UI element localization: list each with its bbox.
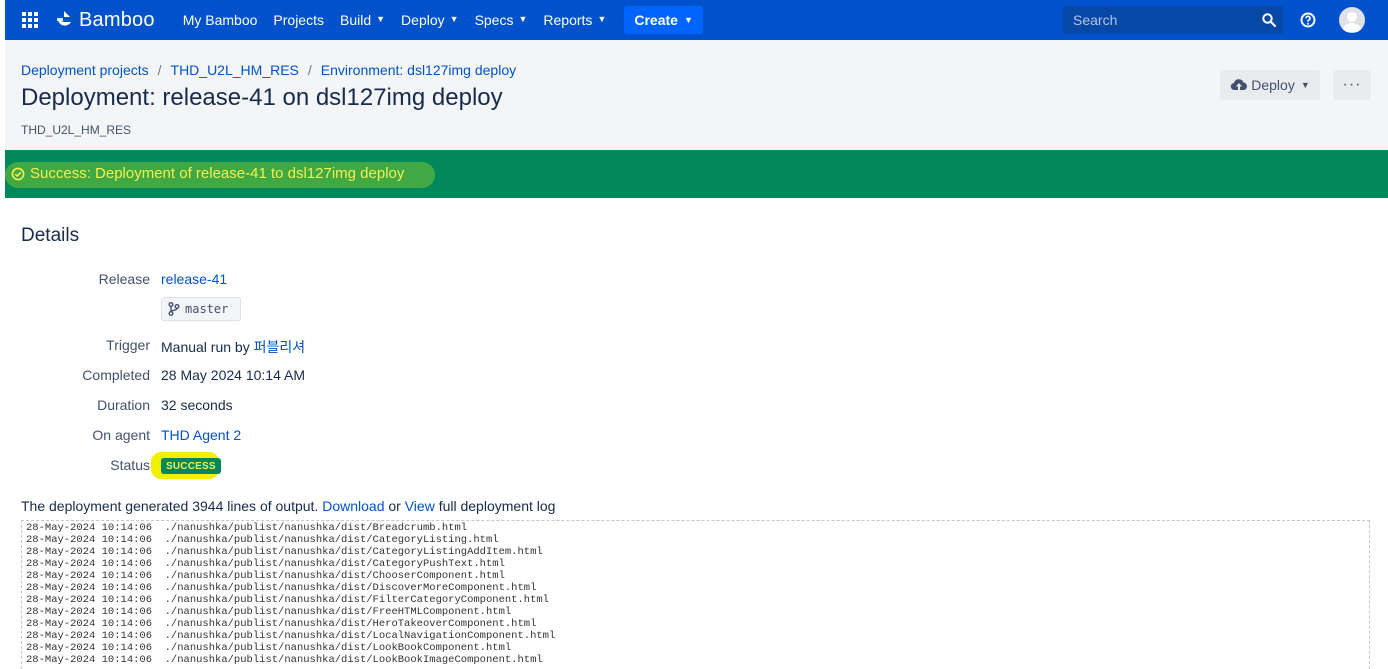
check-circle-icon — [11, 167, 25, 180]
nav-deploy[interactable]: Deploy ▼ — [393, 0, 467, 40]
nav-label: Specs — [474, 12, 514, 28]
trigger-value: Manual run by 퍼블리셔 — [161, 337, 305, 357]
nav-label: My Bamboo — [182, 12, 258, 28]
agent-label: On agent — [92, 427, 150, 443]
release-value: release-41 — [161, 271, 227, 287]
log-line: 28-May-2024 10:14:06 ./nanushka/publist/… — [26, 654, 543, 666]
chevron-down-icon: ▼ — [376, 14, 386, 24]
log-line: 28-May-2024 10:14:06 ./nanushka/publist/… — [26, 630, 556, 642]
chevron-down-icon: ▼ — [449, 14, 459, 24]
nav-specs[interactable]: Specs ▼ — [467, 0, 536, 40]
log-line: 28-May-2024 10:14:06 ./nanushka/publist/… — [26, 534, 499, 546]
chevron-down-icon: ▼ — [518, 14, 528, 24]
more-actions-button[interactable]: ··· — [1333, 70, 1371, 100]
nav-my-bamboo[interactable]: My Bamboo — [175, 0, 266, 40]
breadcrumb-environment[interactable]: Environment: dsl127img deploy — [321, 62, 516, 78]
release-link[interactable]: release-41 — [161, 271, 227, 287]
completed-label: Completed — [82, 367, 150, 383]
branch-icon — [168, 302, 180, 316]
log-line: 28-May-2024 10:14:06 ./nanushka/publist/… — [26, 642, 512, 654]
breadcrumb-separator: / — [157, 62, 162, 78]
nav-label: Projects — [273, 12, 324, 28]
deploy-label: Deploy — [1251, 77, 1295, 93]
user-avatar[interactable] — [1339, 7, 1365, 33]
branch-badge: master — [161, 297, 241, 321]
create-label: Create — [634, 12, 678, 28]
log-line: 28-May-2024 10:14:06 ./nanushka/publist/… — [26, 594, 549, 606]
log-line: 28-May-2024 10:14:06 ./nanushka/publist/… — [26, 606, 512, 618]
main-nav: My Bamboo Projects Build ▼ Deploy ▼ Specs ▼… — [175, 0, 703, 40]
agent-link[interactable]: THD Agent 2 — [161, 427, 241, 443]
breadcrumb-separator: / — [307, 62, 312, 78]
log-line: 28-May-2024 10:14:06 ./nanushka/publist/… — [26, 558, 505, 570]
help-icon[interactable] — [1298, 10, 1318, 30]
nav-reports[interactable]: Reports ▼ — [535, 0, 614, 40]
output-suffix: full deployment log — [438, 498, 556, 514]
nav-label: Deploy — [401, 12, 445, 28]
output-summary: The deployment generated 3944 lines of o… — [21, 498, 555, 514]
nav-label: Reports — [543, 12, 593, 28]
nav-build[interactable]: Build ▼ — [332, 0, 393, 40]
duration-label: Duration — [97, 397, 150, 413]
search-placeholder: Search — [1073, 12, 1118, 28]
page-title: Deployment: release-41 on dsl127img depl… — [21, 84, 503, 111]
breadcrumb-deployment-projects[interactable]: Deployment projects — [21, 62, 149, 78]
output-or: or — [388, 498, 401, 514]
cloud-upload-icon — [1230, 79, 1248, 91]
search-input[interactable]: Search — [1063, 6, 1283, 34]
log-line: 28-May-2024 10:14:06 ./nanushka/publist/… — [26, 618, 537, 630]
release-label: Release — [98, 271, 150, 287]
breadcrumb: Deployment projects / THD_U2L_HM_RES / E… — [21, 62, 516, 78]
page-header: Deployment projects / THD_U2L_HM_RES / E… — [5, 40, 1388, 150]
download-link[interactable]: Download — [322, 498, 384, 514]
view-link[interactable]: View — [405, 498, 435, 514]
bamboo-logo-icon — [57, 11, 71, 26]
trigger-user-link[interactable]: 퍼블리셔 — [254, 339, 306, 355]
chevron-down-icon: ▼ — [683, 15, 693, 25]
status-label: Status — [110, 457, 150, 473]
nav-projects[interactable]: Projects — [265, 0, 332, 40]
app-switcher-icon[interactable] — [15, 5, 45, 35]
chevron-down-icon: ▼ — [597, 14, 607, 24]
trigger-text: Manual run by — [161, 339, 250, 355]
log-line: 28-May-2024 10:14:06 ./nanushka/publist/… — [26, 546, 543, 558]
duration-value: 32 seconds — [161, 397, 233, 413]
nav-label: Build — [339, 12, 372, 28]
status-badge: SUCCESS — [161, 458, 221, 474]
log-line: 28-May-2024 10:14:06 ./nanushka/publist/… — [26, 582, 537, 594]
create-button[interactable]: Create ▼ — [624, 6, 703, 34]
chevron-down-icon: ▼ — [1300, 80, 1310, 90]
banner-text: Success: Deployment of release-41 to dsl… — [30, 165, 405, 182]
bamboo-logo[interactable]: Bamboo — [55, 9, 155, 32]
search-icon[interactable] — [1255, 6, 1283, 34]
log-line: 28-May-2024 10:14:06 ./nanushka/publist/… — [26, 522, 468, 534]
banner-message: Success: Deployment of release-41 to dsl… — [11, 165, 404, 182]
deploy-button[interactable]: Deploy ▼ — [1220, 70, 1320, 100]
log-line: 28-May-2024 10:14:06 ./nanushka/publist/… — [26, 570, 505, 582]
app-name: Bamboo — [79, 8, 155, 31]
completed-value: 28 May 2024 10:14 AM — [161, 367, 305, 383]
trigger-label: Trigger — [106, 337, 150, 353]
branch-name: master — [185, 302, 229, 316]
project-name: THD_U2L_HM_RES — [21, 123, 132, 137]
agent-value: THD Agent 2 — [161, 427, 241, 443]
breadcrumb-project[interactable]: THD_U2L_HM_RES — [171, 62, 299, 78]
output-prefix: The deployment generated 3944 lines of o… — [21, 498, 319, 514]
success-banner: Success: Deployment of release-41 to dsl… — [5, 150, 1388, 198]
deployment-log[interactable]: 28-May-2024 10:14:06 ./nanushka/publist/… — [21, 520, 1370, 669]
details-heading: Details — [21, 225, 80, 246]
